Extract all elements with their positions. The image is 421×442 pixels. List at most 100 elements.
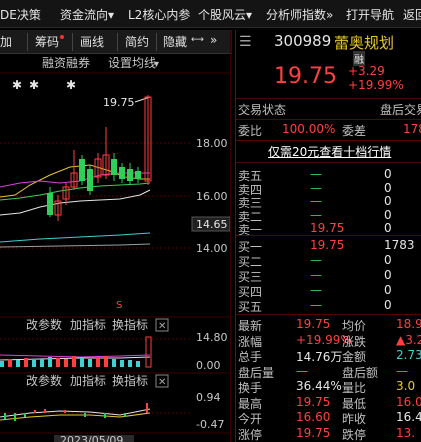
close-icon[interactable]: ✕ <box>158 377 166 388</box>
menu-item-analyst-index[interactable]: 分析师指数» <box>266 6 333 23</box>
divider <box>236 162 421 163</box>
stats-row: 涨停 19.75 跌停 13. <box>236 426 421 442</box>
status-label: 交易状态 <box>238 103 287 117</box>
stat-value: 18.9 <box>396 317 421 331</box>
chevron-down-icon[interactable]: ▾ <box>154 59 159 70</box>
hamburger-menu-icon[interactable]: ☰ <box>239 34 252 50</box>
menu-item-open-nav[interactable]: 打开导航 <box>346 6 394 23</box>
menu-item-fund-flow[interactable]: 资金流向▾ <box>60 6 114 23</box>
weicha-label: 委差 <box>342 124 367 138</box>
level-volume: 0 <box>384 207 392 222</box>
resize-icon[interactable]: ⟷ <box>191 35 204 45</box>
volume-bars <box>0 336 152 368</box>
stat-label: 盘后额 <box>342 365 379 380</box>
candle <box>135 171 141 179</box>
level-volume: 0 <box>384 283 392 297</box>
date-label: 2023/05/09 <box>60 434 123 442</box>
divider <box>27 33 28 51</box>
volume-axis-tick: 14.80 <box>196 331 228 344</box>
quote-panel: ☰ 300989 蕾奥规划 融 19.75 +3.29 +19.99% 交易状态… <box>236 30 421 442</box>
promo-link[interactable]: 仅需20元查看十档行情 <box>268 143 391 160</box>
stat-value: ▲3.2 <box>396 332 421 347</box>
level-volume: 0 <box>384 221 392 235</box>
indicator-switch[interactable]: 换指标 <box>112 373 148 388</box>
toolbar-draw-line-button[interactable]: 画线 <box>80 33 104 50</box>
candle <box>87 169 93 191</box>
volume-add-indicator[interactable]: 加指标 <box>70 317 106 332</box>
notification-dot-icon <box>60 35 65 39</box>
level-volume: 0 <box>384 167 392 181</box>
chevron-down-icon: ▾ <box>108 8 115 22</box>
divider <box>230 30 231 442</box>
indicator-axis-tick: 0.94 <box>196 391 221 404</box>
bid-level[interactable]: 买一 19.75 1783 <box>236 238 421 254</box>
stat-value: 16.60 <box>296 410 331 424</box>
current-price: 19.75 <box>274 64 337 89</box>
candle <box>79 159 85 181</box>
toolbar-add[interactable]: 加 <box>0 33 12 50</box>
stat-value: 16.0 <box>396 394 421 409</box>
weibi-value: 100.00% <box>282 122 336 136</box>
toolbar-simple-button[interactable]: 简约 <box>125 33 149 50</box>
chart-toolbar: 加 筹码 画线 简约 隐藏 ⟷ » <box>0 30 232 54</box>
expand-toolbar-icon[interactable]: » <box>210 33 217 47</box>
stat-value: 2.73 <box>396 348 421 362</box>
double-chevron-icon: » <box>326 8 334 22</box>
divider <box>117 33 118 51</box>
candle <box>111 159 117 175</box>
weibi-label: 委比 <box>238 124 263 138</box>
level-price: — <box>310 194 322 208</box>
volume-switch-indicator[interactable]: 换指标 <box>112 317 148 332</box>
stats-row: 最新 19.75 均价 18.9 <box>236 317 421 333</box>
stat-label: 涨跌 <box>342 334 367 349</box>
level-price: 19.75 <box>310 221 345 235</box>
bid-level[interactable]: 买二 —0 <box>236 253 421 269</box>
bid-level[interactable]: 买四 —0 <box>236 283 421 299</box>
menu-item-stock-news[interactable]: 个股风云▾ <box>198 6 252 23</box>
stats-row: 最高 19.75 最低 16.0 <box>236 395 421 411</box>
stat-value: 19.75 <box>296 394 331 409</box>
toolbar-chips-button[interactable]: 筹码 <box>35 33 65 50</box>
candle <box>47 193 53 215</box>
close-icon[interactable]: ✕ <box>158 321 166 332</box>
kline-chart[interactable]: 融资融券 设置均线 ▾ ✱ ✱ ✱ 19.75 18.00 16.00 14.6… <box>0 55 230 442</box>
toolbar-hide-button[interactable]: 隐藏 <box>163 33 187 50</box>
indicator-axis-tick: -0.47 <box>196 418 224 431</box>
event-marker-icon[interactable]: ✱ <box>12 78 22 92</box>
volume-edit-params[interactable]: 改参数 <box>26 317 62 332</box>
divider <box>236 314 421 315</box>
stat-value: — <box>396 363 408 378</box>
level-volume: 0 <box>384 298 392 312</box>
tab-set-ma[interactable]: 设置均线 <box>108 56 156 70</box>
stat-label: 最低 <box>342 396 367 411</box>
chevron-down-icon: ▾ <box>246 8 253 22</box>
candlesticks <box>47 95 152 221</box>
event-marker-icon[interactable]: ✱ <box>66 78 76 92</box>
level-volume: 1783 <box>384 238 415 252</box>
stat-label: 量比 <box>342 381 367 395</box>
event-marker-icon[interactable]: ✱ <box>29 78 39 92</box>
level-label: 买五 <box>238 300 263 314</box>
stats-row: 总手 14.76万 金额 2.73 <box>236 348 421 364</box>
stat-value: 19.75 <box>296 425 331 440</box>
stat-label: 最高 <box>238 396 263 411</box>
menu-item-l2[interactable]: L2核心内参 <box>128 6 190 23</box>
bid-level[interactable]: 买三 —0 <box>236 268 421 284</box>
price-axis-tick: 16.00 <box>196 190 228 203</box>
bid-level[interactable]: 买五 — 0 <box>236 298 421 314</box>
menu-item-back[interactable]: 返回 <box>403 6 421 23</box>
level-price: — <box>310 283 322 297</box>
stat-value: 19.75 <box>296 317 331 331</box>
menu-item-decision[interactable]: DE决策 <box>0 6 41 23</box>
tab-margin-trading[interactable]: 融资融券 <box>42 55 90 70</box>
indicator-edit-params[interactable]: 改参数 <box>26 373 62 388</box>
level-price: 19.75 <box>310 238 345 252</box>
stats-row: 今开 16.60 昨收 16.4 <box>236 410 421 426</box>
divider <box>236 98 421 99</box>
divider <box>236 119 421 120</box>
sell-signal-marker[interactable]: S <box>116 300 122 311</box>
indicator-add[interactable]: 加指标 <box>70 373 106 388</box>
price-axis-current: 14.65 <box>196 218 228 231</box>
level-price: — <box>310 207 322 222</box>
promo-row: 仅需20元查看十档行情 <box>236 143 421 161</box>
